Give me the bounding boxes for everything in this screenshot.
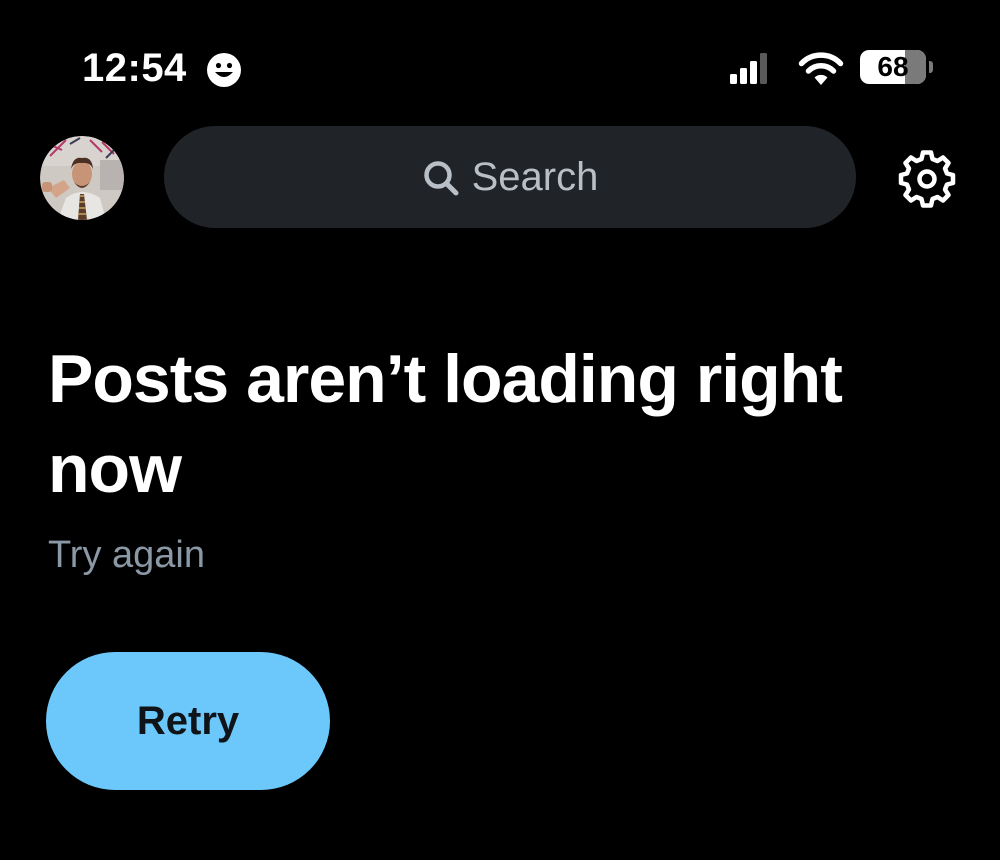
app-screen: 12:54 68 Search Posts aren’t loading rig…: [0, 0, 1000, 860]
smiley-face-icon: [207, 53, 241, 87]
battery-icon: 68: [860, 50, 936, 86]
wifi-icon: [798, 52, 844, 85]
status-time: 12:54: [82, 46, 187, 90]
search-icon: [423, 161, 459, 196]
status-bar: 12:54 68: [0, 40, 1000, 96]
error-subtext: Try again: [48, 534, 205, 576]
battery-level: 68: [877, 51, 909, 82]
avatar-image: [40, 136, 124, 220]
gear-icon[interactable]: [898, 150, 956, 208]
profile-avatar[interactable]: [40, 136, 124, 220]
error-headline: Posts aren’t loading right now: [48, 341, 843, 507]
retry-button[interactable]: Retry: [46, 652, 330, 790]
search-bar[interactable]: Search: [164, 126, 856, 228]
cellular-signal-icon: [730, 53, 767, 84]
retry-label: Retry: [136, 699, 240, 743]
battery-body: 68: [860, 50, 926, 84]
search-placeholder: Search: [471, 155, 599, 199]
